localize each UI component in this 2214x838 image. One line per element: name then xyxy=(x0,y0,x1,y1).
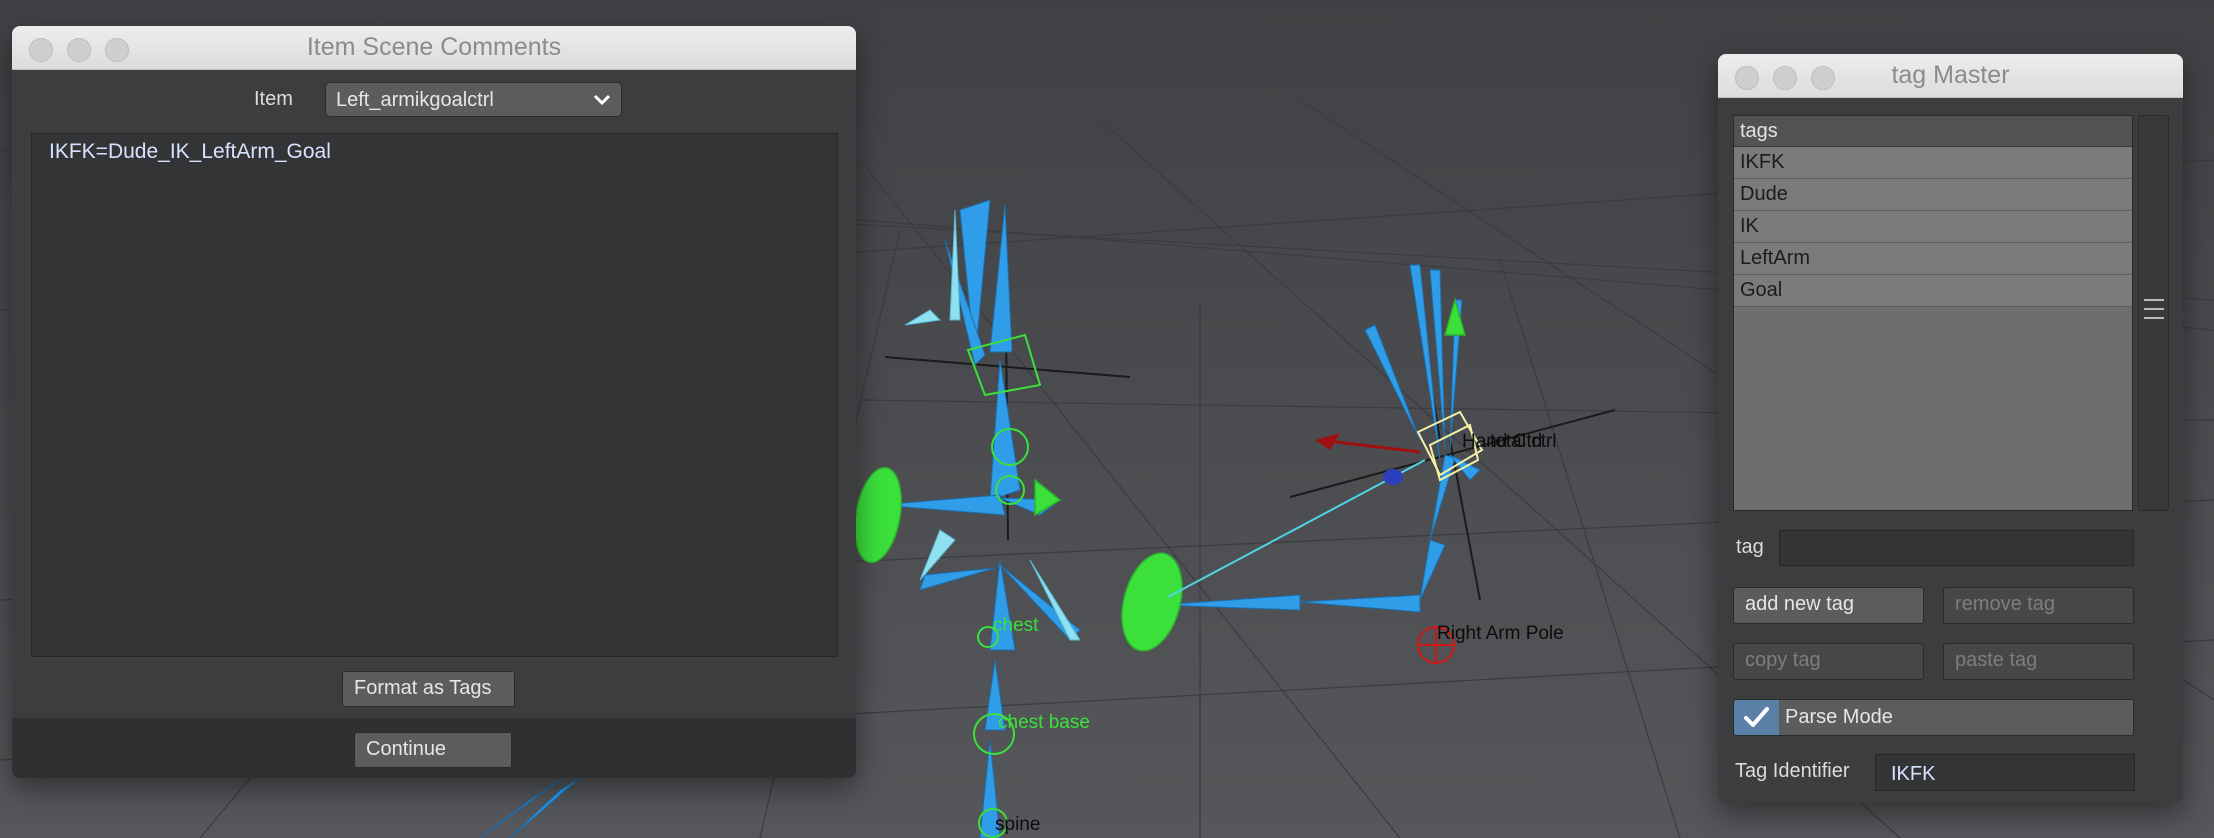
continue-button[interactable]: Continue xyxy=(354,732,512,768)
comment-textarea[interactable]: IKFK=Dude_IK_LeftArm_Goal xyxy=(31,133,838,657)
tag-list-item[interactable]: IKFK xyxy=(1734,147,2132,179)
format-as-tags-button[interactable]: Format as Tags xyxy=(342,671,515,707)
scrollbar-grip-icon[interactable] xyxy=(2144,292,2164,326)
label-right-arm-pole: Right Arm Pole xyxy=(1437,623,1564,644)
tag-list-item[interactable]: Dude xyxy=(1734,179,2132,211)
tags-scrollbar[interactable] xyxy=(2138,115,2169,511)
checkmark-icon xyxy=(1744,707,1769,727)
comment-text: IKFK=Dude_IK_LeftArm_Goal xyxy=(49,140,331,163)
titlebar[interactable]: Item Scene Comments xyxy=(12,26,856,70)
tag-list-item[interactable]: LeftArm xyxy=(1734,243,2132,275)
tag-identifier-input[interactable]: IKFK xyxy=(1875,754,2135,791)
parse-mode-label: Parse Mode xyxy=(1785,706,1893,728)
tag-identifier-value: IKFK xyxy=(1891,763,1936,785)
item-scene-comments-window: Item Scene Comments Item Left_armikgoalc… xyxy=(12,26,856,778)
bottom-bar: Continue xyxy=(12,718,856,778)
tag-list-item[interactable]: IK xyxy=(1734,211,2132,243)
label-spine: spine xyxy=(995,814,1040,835)
item-label: Item xyxy=(254,88,293,110)
remove-tag-button[interactable]: remove tag xyxy=(1943,587,2134,624)
add-new-tag-button[interactable]: add new tag xyxy=(1733,587,1924,624)
copy-tag-button[interactable]: copy tag xyxy=(1733,643,1924,680)
label-chest: chest xyxy=(993,615,1039,636)
window-title: tag Master xyxy=(1891,61,2010,89)
label-chest-base: chest base xyxy=(998,712,1090,733)
tag-identifier-label: Tag Identifier xyxy=(1735,760,1850,782)
item-row: Item Left_armikgoalctrl xyxy=(12,80,856,120)
window-title: Item Scene Comments xyxy=(306,33,562,61)
titlebar[interactable]: tag Master xyxy=(1718,54,2183,98)
item-dropdown-value: Left_armikgoalctrl xyxy=(336,89,494,111)
paste-tag-button[interactable]: paste tag xyxy=(1943,643,2134,680)
chevron-down-icon xyxy=(593,94,611,106)
tags-list[interactable]: tags IKFK Dude IK LeftArm Goal xyxy=(1733,115,2133,511)
parse-mode-checkbox[interactable] xyxy=(1734,700,1779,735)
tag-master-window: tag Master tags IKFK Dude IK LeftArm Goa… xyxy=(1718,54,2183,803)
parse-mode-toggle[interactable]: Parse Mode xyxy=(1733,699,2134,736)
item-dropdown[interactable]: Left_armikgoalctrl xyxy=(325,82,622,117)
label-total-ctrl: total ctrl xyxy=(1490,431,1557,452)
tags-list-header[interactable]: tags xyxy=(1734,116,2132,147)
tag-input[interactable] xyxy=(1779,530,2134,566)
tag-label: tag xyxy=(1736,536,1764,558)
tag-list-item[interactable]: Goal xyxy=(1734,275,2132,307)
